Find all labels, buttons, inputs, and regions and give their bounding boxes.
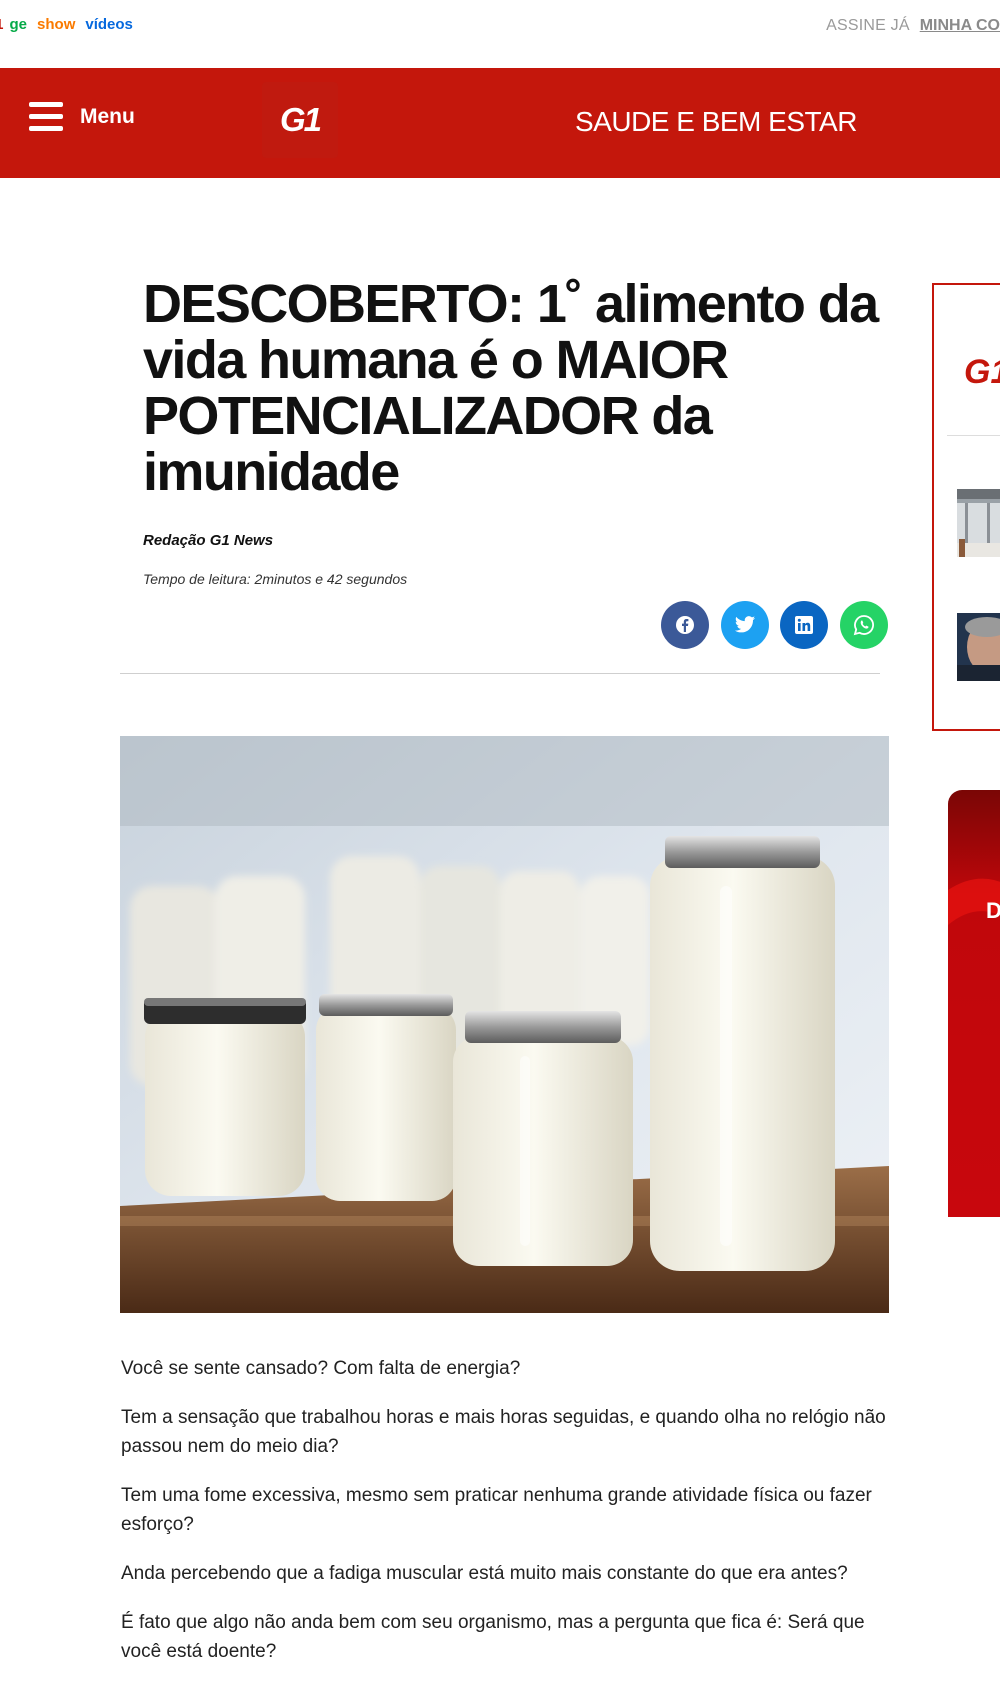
sidebar-ad-banner[interactable]: D: [948, 790, 1000, 1217]
share-whatsapp-button[interactable]: [840, 601, 888, 649]
sidebar-ad-text: D: [986, 898, 1000, 923]
article-paragraph: Anda percebendo que a fadiga muscular es…: [121, 1563, 848, 1584]
article-paragraph: É fato que algo não anda bem com seu org…: [121, 1612, 865, 1662]
g1-logo-text: G1: [279, 101, 322, 138]
reading-time: Tempo de leitura: 2minutos e 42 segundos: [143, 571, 408, 587]
sidebar-g1-logo: G1: [964, 353, 1000, 391]
article-paragraph: Tem a sensação que trabalhou horas e mai…: [121, 1407, 886, 1457]
link-ge[interactable]: ge: [10, 16, 28, 33]
globo-top-bar: g1 geshow vídeos ASSINE JÁ MINHA CO: [0, 0, 1000, 68]
share-facebook-button[interactable]: [661, 601, 709, 649]
article-author: Redação G1 News: [143, 532, 274, 549]
whatsapp-icon: [853, 615, 874, 636]
globo-portal-links: g1 geshow vídeos: [0, 16, 143, 33]
article-title: DESCOBERTO: 1˚ alimento da vida humana é…: [143, 274, 879, 502]
article-paragraph: Tem uma fome excessiva, mesmo sem pratic…: [121, 1485, 872, 1535]
menu-label: Menu: [80, 105, 135, 128]
link-g1[interactable]: g1: [0, 16, 4, 33]
g1-logo[interactable]: G1: [262, 82, 338, 158]
account-links: ASSINE JÁ MINHA CO: [826, 17, 1000, 35]
linkedin-icon: [795, 616, 813, 634]
article-body: Você se sente cansado? Com falta de ener…: [121, 1354, 901, 1686]
header-divider: [120, 673, 880, 674]
share-twitter-button[interactable]: [721, 601, 769, 649]
twitter-icon: [734, 616, 756, 633]
share-linkedin-button[interactable]: [780, 601, 828, 649]
link-videos[interactable]: vídeos: [85, 16, 133, 33]
sidebar-divider: [947, 435, 1000, 436]
article-hero-image: [120, 736, 889, 1313]
article-paragraph: Você se sente cansado? Com falta de ener…: [121, 1358, 521, 1379]
sidebar-news-box: G1: [932, 283, 1000, 731]
section-title[interactable]: SAUDE E BEM ESTAR: [575, 106, 857, 138]
site-header: Menu G1 SAUDE E BEM ESTAR: [0, 68, 1000, 178]
facebook-icon: [676, 616, 694, 634]
menu-button[interactable]: Menu: [29, 102, 135, 132]
my-account-link[interactable]: MINHA CO: [920, 17, 1000, 34]
hamburger-icon: [29, 102, 63, 132]
sidebar-news-thumbnail[interactable]: [957, 489, 1000, 557]
sidebar-news-thumbnail[interactable]: [957, 613, 1000, 681]
subscribe-link[interactable]: ASSINE JÁ: [826, 17, 910, 34]
link-show[interactable]: show: [37, 16, 75, 33]
